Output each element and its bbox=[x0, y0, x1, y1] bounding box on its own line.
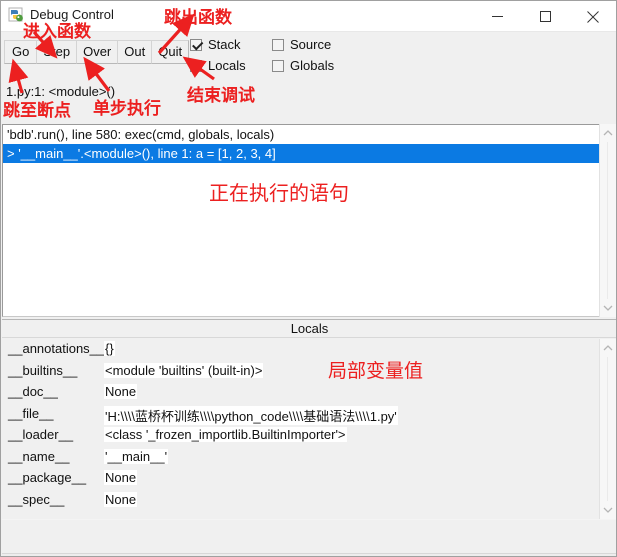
quit-button[interactable]: Quit bbox=[151, 40, 190, 64]
globals-checkbox[interactable]: Globals bbox=[272, 58, 334, 73]
scroll-up-icon[interactable] bbox=[600, 125, 616, 141]
over-button[interactable]: Over bbox=[76, 40, 119, 64]
locals-value: '__main__' bbox=[104, 448, 169, 464]
locals-row[interactable]: __builtins__ <module 'builtins' (built-i… bbox=[2, 361, 616, 383]
stack-checkbox-label: Stack bbox=[208, 37, 241, 52]
checkbox-row-bottom: Locals Globals bbox=[190, 58, 410, 73]
window-bottom-edge bbox=[2, 553, 616, 556]
close-button[interactable] bbox=[570, 1, 616, 31]
locals-divider-label: Locals bbox=[290, 321, 329, 336]
go-button[interactable]: Go bbox=[4, 40, 38, 64]
annotation-goto-breakpoint: 跳至断点 bbox=[3, 101, 71, 121]
scroll-up-icon[interactable] bbox=[600, 340, 616, 356]
debug-button-row: Go Step Over Out Quit bbox=[4, 40, 190, 64]
locals-value: None bbox=[104, 384, 138, 399]
locals-pane[interactable]: __annotations__ {} __builtins__ <module … bbox=[2, 339, 616, 519]
toolbar: Go Step Over Out Quit Stack Source Local… bbox=[2, 32, 616, 84]
stack-list[interactable]: 'bdb'.run(), line 580: exec(cmd, globals… bbox=[3, 125, 600, 316]
stack-pane: 'bdb'.run(), line 580: exec(cmd, globals… bbox=[2, 124, 616, 317]
source-checkbox-box[interactable] bbox=[272, 38, 284, 51]
minimize-button[interactable] bbox=[474, 1, 520, 31]
locals-scrollbar-track[interactable] bbox=[607, 357, 608, 501]
view-checkbox-group: Stack Source Locals Globals bbox=[190, 37, 410, 79]
source-checkbox[interactable]: Source bbox=[272, 37, 331, 52]
locals-divider: Locals bbox=[2, 319, 616, 338]
stack-scrollbar-track[interactable] bbox=[607, 142, 608, 299]
locals-name: __file__ bbox=[8, 405, 54, 421]
annotation-end-debug: 结束调试 bbox=[187, 86, 255, 106]
locals-checkbox-label: Locals bbox=[208, 58, 246, 73]
scroll-down-icon[interactable] bbox=[600, 502, 616, 518]
window-title: Debug Control bbox=[30, 7, 114, 22]
maximize-button[interactable] bbox=[522, 1, 568, 31]
source-checkbox-label: Source bbox=[290, 37, 332, 52]
locals-name: __loader__ bbox=[8, 427, 74, 442]
close-icon bbox=[587, 11, 599, 23]
locals-scrollbar[interactable] bbox=[599, 339, 616, 519]
title-bar: Debug Control bbox=[1, 1, 616, 32]
locals-row[interactable]: __package__ None bbox=[2, 468, 616, 490]
out-button[interactable]: Out bbox=[117, 40, 153, 64]
locals-name: __package__ bbox=[8, 470, 87, 485]
locals-row[interactable]: __doc__ None bbox=[2, 382, 616, 404]
bottom-strip bbox=[2, 519, 616, 556]
stack-row[interactable]: 'bdb'.run(), line 580: exec(cmd, globals… bbox=[3, 125, 600, 144]
scroll-down-icon[interactable] bbox=[600, 300, 616, 316]
globals-checkbox-label: Globals bbox=[290, 58, 335, 73]
minimize-icon bbox=[491, 16, 503, 17]
locals-row[interactable]: __loader__ <class '_frozen_importlib.Bui… bbox=[2, 425, 616, 447]
locals-value: <module 'builtins' (built-in)> bbox=[104, 362, 264, 378]
checkbox-row-top: Stack Source bbox=[190, 37, 410, 52]
locals-name: __builtins__ bbox=[8, 362, 78, 378]
python-debug-icon bbox=[8, 7, 26, 25]
locals-name: __spec__ bbox=[8, 491, 65, 507]
locals-value: <class '_frozen_importlib.BuiltinImporte… bbox=[104, 427, 347, 442]
locals-value: {} bbox=[104, 341, 115, 356]
locals-checkbox-box[interactable] bbox=[190, 59, 202, 72]
stack-checkbox[interactable]: Stack bbox=[190, 37, 272, 52]
locals-row[interactable]: __annotations__ {} bbox=[2, 339, 616, 361]
locals-checkbox[interactable]: Locals bbox=[190, 58, 272, 73]
globals-checkbox-box[interactable] bbox=[272, 59, 284, 72]
maximize-icon bbox=[539, 11, 551, 22]
stack-checkbox-box[interactable] bbox=[190, 38, 202, 51]
locals-row[interactable]: __name__ '__main__' bbox=[2, 447, 616, 469]
stack-scrollbar[interactable] bbox=[599, 124, 616, 317]
debug-control-window: Debug Control Go Step Over Out Quit Stac… bbox=[0, 0, 617, 557]
locals-row[interactable]: __file__ 'H:\\\\蓝桥杯训练\\\\python_code\\\\… bbox=[2, 404, 616, 426]
status-line: 1.py:1: <module>() bbox=[6, 84, 116, 99]
locals-value: None bbox=[104, 470, 138, 485]
stack-row-selected[interactable]: > '__main__'.<module>(), line 1: a = [1,… bbox=[3, 144, 600, 163]
locals-name: __name__ bbox=[8, 448, 70, 464]
locals-row[interactable]: __spec__ None bbox=[2, 490, 616, 512]
step-button[interactable]: Step bbox=[36, 40, 78, 64]
locals-name: __annotations__ bbox=[8, 341, 105, 356]
locals-value: None bbox=[104, 491, 138, 507]
locals-name: __doc__ bbox=[8, 384, 58, 399]
locals-value: 'H:\\\\蓝桥杯训练\\\\python_code\\\\基础语法\\\\1… bbox=[104, 405, 398, 425]
